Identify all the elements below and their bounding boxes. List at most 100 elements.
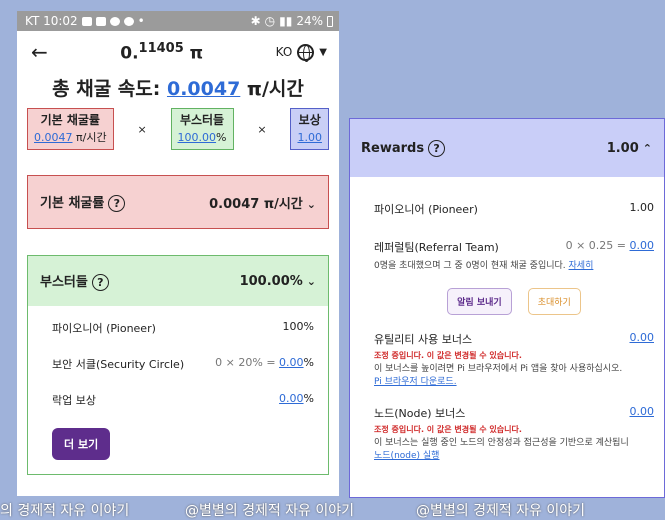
multiply-sign: × <box>257 123 267 136</box>
reward-row-label: 레퍼럴팀(Referral Team) <box>374 241 499 254</box>
total-mining-speed: 총 채굴 속도: 0.0047 π/시간 <box>17 74 339 100</box>
reward-row-value-link[interactable]: 0.00 <box>630 405 655 421</box>
help-icon[interactable]: ? <box>108 195 126 212</box>
booster-row-label: 파이오니어 (Pioneer) <box>52 322 156 335</box>
mining-screen: KT 10:02 • ✱ ◷ ▮▮ 24% ← 0.11405 π KO ▼ 총… <box>17 11 339 496</box>
utility-description: 이 보너스를 높이려면 Pi 브라우저에서 Pi 앱을 찾아 사용하십시오. <box>374 364 623 374</box>
bluetooth-icon: ✱ <box>250 14 261 28</box>
factor-boosters-label: 부스터들 <box>179 113 225 127</box>
speed-label: 총 채굴 속도: <box>52 78 167 100</box>
chevron-up-icon[interactable]: ⌃ <box>643 142 652 155</box>
base-rate-panel-header[interactable]: 기본 채굴률? 0.0047 π/시간 ⌄ <box>28 176 328 228</box>
send-notification-button[interactable]: 알림 보내기 <box>447 288 512 315</box>
boosters-list: 파이오니어 (Pioneer) 100% 보안 서클(Security Circ… <box>28 306 328 460</box>
factor-reward-label: 보상 <box>298 113 321 127</box>
boosters-title: 부스터들 <box>40 275 88 290</box>
chat-icon <box>109 16 120 26</box>
reward-row-node: 노드(Node) 보너스 0.00 조정 중입니다. 이 값은 변경될 수 있습… <box>374 405 654 463</box>
factor-boosters-unit: % <box>216 131 227 144</box>
factor-base-value[interactable]: 0.0047 <box>34 131 73 144</box>
reward-row-label: 파이오니어 (Pioneer) <box>374 203 478 216</box>
chevron-down-icon: ▼ <box>319 46 327 58</box>
reward-row-utility: 유틸리티 사용 보너스 0.00 조정 중입니다. 이 값은 변경될 수 있습니… <box>374 331 654 405</box>
reward-row-label: 유틸리티 사용 보너스 <box>374 333 473 346</box>
factor-base-unit: π/시간 <box>72 131 107 144</box>
reward-row-value-link[interactable]: 0.00 <box>630 239 655 252</box>
pi-browser-download-link[interactable]: Pi 브라우저 다운로드. <box>374 377 457 387</box>
signal-icon: ▮▮ <box>279 14 293 28</box>
factor-boosters[interactable]: 부스터들 100.00% <box>170 108 234 150</box>
booster-row-value-link[interactable]: 0.00 <box>279 356 304 369</box>
booster-row-lockup: 락업 보상 0.00% <box>52 392 314 428</box>
battery-percent: 24% <box>296 14 323 28</box>
boosters-value: 100.00% <box>239 273 303 289</box>
booster-row-unit: % <box>303 356 314 369</box>
back-arrow-icon[interactable]: ← <box>31 40 48 64</box>
rate-factors: 기본 채굴률 0.0047 π/시간 × 부스터들 100.00% × 보상 1… <box>17 108 339 150</box>
booster-row-formula: 0 × 20% = <box>215 356 280 369</box>
language-selector[interactable]: KO ▼ <box>275 43 327 62</box>
factor-base-label: 기본 채굴률 <box>40 113 100 127</box>
balance-currency: π <box>183 43 204 64</box>
referral-actions: 알림 보내기 초대하기 <box>374 288 654 315</box>
reward-row-value: 1.00 <box>629 201 655 214</box>
chevron-down-icon[interactable]: ⌄ <box>307 275 316 288</box>
gallery-icon <box>81 16 92 26</box>
language-code: KO <box>275 45 293 59</box>
referral-description: 0명을 초대했으며 그 중 0명이 현재 채굴 중입니다. 자세히 <box>374 260 654 273</box>
status-dot: • <box>137 14 145 28</box>
globe-icon <box>297 43 315 62</box>
help-icon[interactable]: ? <box>91 274 109 291</box>
adjustment-warning: 조정 중입니다. 이 값은 변경될 수 있습니다. <box>374 351 522 360</box>
rewards-panel-header[interactable]: Rewards? 1.00 ⌃ <box>350 119 664 177</box>
factor-reward[interactable]: 보상 1.00 <box>290 108 329 150</box>
status-bar: KT 10:02 • ✱ ◷ ▮▮ 24% <box>17 11 339 31</box>
notification-icon <box>95 16 106 26</box>
watermark-text: @별별의 경제적 자유 이야기 <box>185 503 355 519</box>
speed-value-link[interactable]: 0.0047 <box>167 78 240 100</box>
base-rate-value: 0.0047 π/시간 <box>209 196 303 212</box>
rewards-title: Rewards <box>361 140 425 156</box>
booster-row-pioneer: 파이오니어 (Pioneer) 100% <box>52 320 314 356</box>
base-rate-panel: 기본 채굴률? 0.0047 π/시간 ⌄ <box>27 175 329 229</box>
base-rate-title: 기본 채굴률 <box>40 196 105 211</box>
app-bar: ← 0.11405 π KO ▼ <box>17 31 339 73</box>
balance-fraction: 11405 <box>138 40 184 56</box>
referral-description-text: 0명을 초대했으며 그 중 0명이 현재 채굴 중입니다. <box>374 261 569 271</box>
pi-balance: 0.11405 π <box>120 41 203 64</box>
run-node-link[interactable]: 노드(node) 실행 <box>374 451 439 461</box>
balance-integer: 0. <box>120 43 139 64</box>
multiply-sign: × <box>137 123 147 136</box>
invite-button[interactable]: 초대하기 <box>527 288 581 315</box>
adjustment-warning: 조정 중입니다. 이 값은 변경될 수 있습니다. <box>374 425 522 434</box>
booster-row-security-circle: 보안 서클(Security Circle) 0 × 20% = 0.00% <box>52 356 314 392</box>
referral-detail-link[interactable]: 자세히 <box>569 261 594 271</box>
reward-row-label: 노드(Node) 보너스 <box>374 407 466 420</box>
boosters-panel-header[interactable]: 부스터들? 100.00% ⌄ <box>28 256 328 306</box>
booster-row-unit: % <box>303 392 314 405</box>
rewards-value: 1.00 <box>606 140 639 156</box>
booster-row-label: 보안 서클(Security Circle) <box>52 358 185 371</box>
cloud-icon <box>123 16 134 26</box>
booster-row-value-link[interactable]: 0.00 <box>279 392 304 405</box>
reward-row-referral: 레퍼럴팀(Referral Team) 0 × 0.25 = 0.00 0명을 … <box>374 239 654 331</box>
chevron-down-icon[interactable]: ⌄ <box>307 198 316 211</box>
node-description: 이 보너스는 실행 중인 노드의 안정성과 접근성을 기반으로 계산됩니 <box>374 438 629 448</box>
watermark-text: 의 경제적 자유 이야기 <box>0 503 130 519</box>
see-more-button[interactable]: 더 보기 <box>52 428 111 460</box>
factor-boosters-value[interactable]: 100.00 <box>178 131 217 144</box>
reward-row-formula: 0 × 0.25 = <box>565 239 630 252</box>
rewards-list: 파이오니어 (Pioneer) 1.00 레퍼럴팀(Referral Team)… <box>350 177 664 463</box>
speed-unit: π/시간 <box>240 78 304 100</box>
rewards-screen: Rewards? 1.00 ⌃ 파이오니어 (Pioneer) 1.00 레퍼럴팀… <box>349 118 665 498</box>
watermark-text: @별별의 경제적 자유 이야기 <box>416 503 586 519</box>
factor-base-rate[interactable]: 기본 채굴률 0.0047 π/시간 <box>27 108 114 150</box>
reward-row-pioneer: 파이오니어 (Pioneer) 1.00 <box>374 201 654 239</box>
boosters-panel: 부스터들? 100.00% ⌄ 파이오니어 (Pioneer) 100% 보안 서… <box>27 255 329 475</box>
reward-row-value-link[interactable]: 0.00 <box>630 331 655 347</box>
booster-row-value: 100% <box>282 320 314 333</box>
help-icon[interactable]: ? <box>428 139 446 157</box>
factor-reward-value[interactable]: 1.00 <box>297 131 322 144</box>
booster-row-label: 락업 보상 <box>52 394 96 407</box>
alarm-icon: ◷ <box>264 14 276 28</box>
